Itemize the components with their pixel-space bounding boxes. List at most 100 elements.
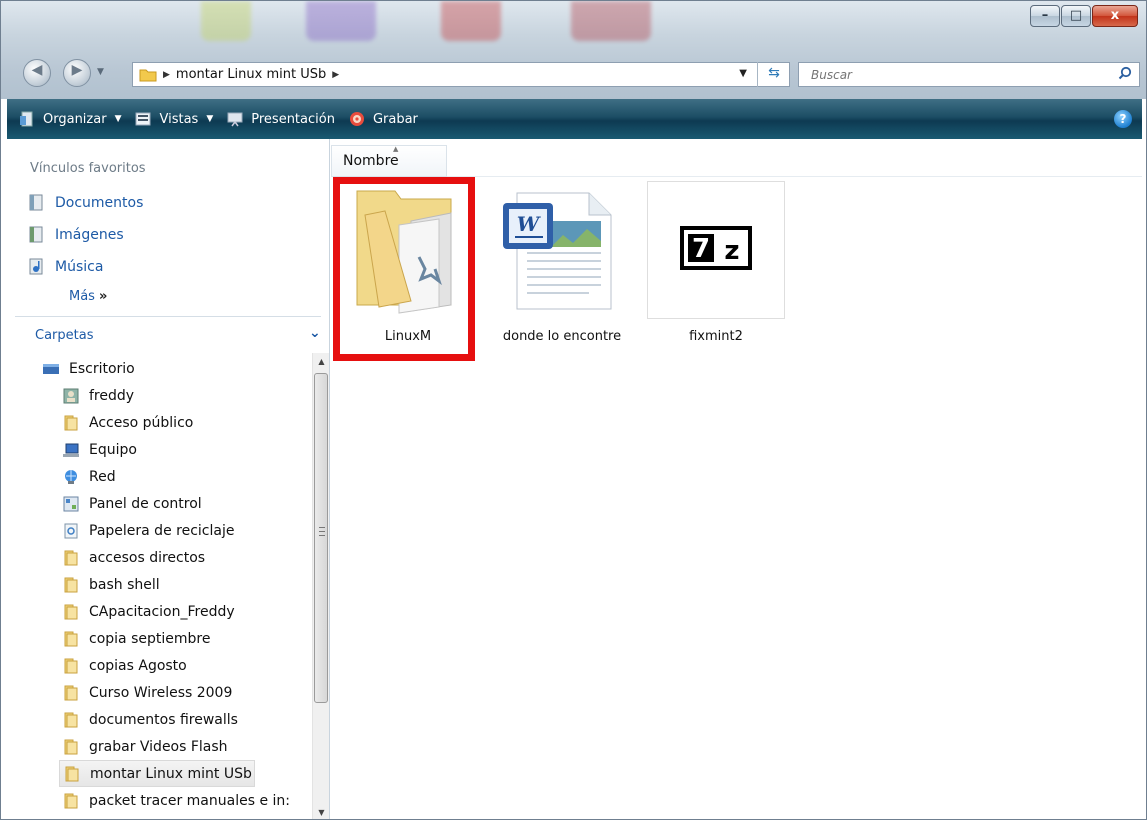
favorite-link-music[interactable]: Música (29, 258, 103, 275)
folder-tree-item[interactable]: Equipo (63, 436, 137, 463)
word-document-icon: W (493, 181, 631, 319)
favorite-label: Documentos (55, 194, 144, 211)
scroll-up-arrow-icon[interactable]: ▲ (313, 353, 330, 370)
search-icon[interactable] (1118, 66, 1132, 80)
window-controls: – □ x (1029, 5, 1138, 27)
folder-icon (63, 712, 79, 728)
folder-icon (63, 631, 79, 647)
chevron-down-icon: ▼ (206, 114, 214, 124)
folders-header[interactable]: Carpetas (35, 328, 93, 343)
folder-tree-label: Panel de control (89, 495, 202, 512)
folder-tree-item[interactable]: Acceso público (63, 409, 193, 436)
refresh-icon: ⇆ (768, 65, 780, 81)
user-folder-icon (63, 388, 79, 404)
column-header-name[interactable]: ▲ Nombre (331, 145, 447, 177)
back-button[interactable]: ◀ (23, 59, 51, 87)
address-bar[interactable]: ▶ montar Linux mint USb ▶ ▼ (132, 62, 790, 87)
folder-icon (63, 685, 79, 701)
close-icon: x (1110, 8, 1120, 23)
folder-tree-item[interactable]: Papelera de reciclaje (63, 517, 234, 544)
folder-tree-item[interactable]: accesos directos (63, 544, 205, 571)
minimize-button[interactable]: – (1030, 5, 1060, 27)
folder-tree-item[interactable]: packet tracer manuales e in: (63, 787, 290, 814)
folder-icon (63, 550, 79, 566)
folder-tree-label: Escritorio (69, 360, 135, 377)
breadcrumb-current[interactable]: montar Linux mint USb (176, 67, 326, 82)
scroll-down-arrow-icon[interactable]: ▼ (313, 804, 330, 819)
svg-text:7: 7 (692, 234, 710, 264)
folder-icon (63, 658, 79, 674)
folder-tree-item[interactable]: Panel de control (63, 490, 202, 517)
highlight-annotation (333, 177, 475, 361)
back-arrow-icon: ◀ (31, 62, 43, 78)
svg-text:z: z (724, 236, 739, 266)
sort-ascending-icon: ▲ (393, 145, 399, 153)
folder-icon (63, 604, 79, 620)
folder-tree-label: documentos firewalls (89, 711, 238, 728)
favorite-links-header: Vínculos favoritos (30, 161, 146, 176)
organize-menu[interactable]: Organizar ▼ (19, 111, 121, 127)
views-icon (135, 111, 151, 127)
file-item-archive[interactable]: 7 z fixmint2 (647, 181, 785, 361)
folder-tree-item[interactable]: bash shell (63, 571, 160, 598)
search-box[interactable] (798, 62, 1140, 87)
close-button[interactable]: x (1092, 5, 1138, 27)
help-icon[interactable]: ? (1114, 110, 1132, 128)
folder-tree-item[interactable]: CApacitacion_Freddy (63, 598, 235, 625)
folder-tree-item[interactable]: montar Linux mint USb (59, 760, 255, 787)
breadcrumb-arrow-icon[interactable]: ▶ (332, 70, 339, 80)
refresh-button[interactable]: ⇆ (757, 62, 790, 87)
more-label: Más (69, 289, 95, 304)
folder-tree-item[interactable]: freddy (63, 382, 134, 409)
folder-tree-label: bash shell (89, 576, 160, 593)
forward-button[interactable]: ▶ (63, 59, 91, 87)
folder-tree-label: accesos directos (89, 549, 206, 566)
scroll-thumb[interactable] (314, 373, 328, 703)
favorite-link-documents[interactable]: Documentos (29, 194, 143, 211)
burn-button[interactable]: Grabar (349, 111, 418, 127)
folder-tree-label: copias Agosto (89, 657, 187, 674)
folder-icon (64, 766, 80, 782)
command-bar: Organizar ▼ Vistas ▼ Presentación Grabar… (7, 99, 1142, 139)
file-name: donde lo encontre (502, 329, 622, 344)
file-list-area: ▲ Nombre LinuxM W donde lo encontre 7 z … (331, 139, 1142, 819)
slideshow-button[interactable]: Presentación (227, 111, 335, 127)
network-icon (63, 469, 79, 485)
folder-tree-item[interactable]: grabar Videos Flash (63, 733, 228, 760)
desktop-icon (43, 361, 59, 377)
more-links[interactable]: Más» (69, 289, 107, 304)
folder-tree-item[interactable]: Escritorio (43, 355, 135, 382)
pictures-icon (29, 226, 43, 243)
pane-divider (15, 316, 321, 317)
control-panel-icon (63, 496, 79, 512)
music-icon (29, 258, 43, 275)
double-chevron-right-icon: » (98, 289, 108, 304)
favorite-label: Música (55, 258, 104, 275)
file-item-document[interactable]: W donde lo encontre (493, 181, 631, 361)
burn-disc-icon (349, 111, 365, 127)
maximize-button[interactable]: □ (1061, 5, 1091, 27)
folder-tree-item[interactable]: copias Agosto (63, 652, 187, 679)
folder-tree-label: Curso Wireless 2009 (89, 684, 233, 701)
favorite-link-pictures[interactable]: Imágenes (29, 226, 124, 243)
chevron-down-icon: ▼ (114, 114, 122, 124)
folder-tree-label: copia septiembre (89, 630, 211, 647)
organize-icon (19, 111, 35, 127)
breadcrumb-arrow-icon: ▶ (163, 69, 170, 80)
chevron-down-icon[interactable]: ⌄ (309, 325, 321, 341)
svg-text:W: W (517, 212, 542, 236)
folder-tree-scrollbar[interactable]: ▲ ▼ (312, 353, 330, 819)
folder-tree-item[interactable]: documentos firewalls (63, 706, 238, 733)
recent-pages-dropdown[interactable]: ▼ (97, 67, 104, 77)
folder-icon (63, 415, 79, 431)
title-bar: – □ x ◀ ▶ ▼ ▶ montar Linux mint USb ▶ ▼ … (1, 1, 1146, 99)
views-menu[interactable]: Vistas ▼ (135, 111, 213, 127)
folder-tree-label: Acceso público (89, 414, 194, 431)
folder-tree-item[interactable]: Red (63, 463, 116, 490)
folder-tree-item[interactable]: copia septiembre (63, 625, 210, 652)
folder-tree: Escritorio freddy Acceso público Equipo Red P… (7, 353, 312, 819)
column-header-label: Nombre (343, 153, 399, 169)
address-dropdown-icon[interactable]: ▼ (739, 68, 747, 79)
folder-tree-item[interactable]: Curso Wireless 2009 (63, 679, 232, 706)
search-input[interactable] (799, 67, 1099, 82)
